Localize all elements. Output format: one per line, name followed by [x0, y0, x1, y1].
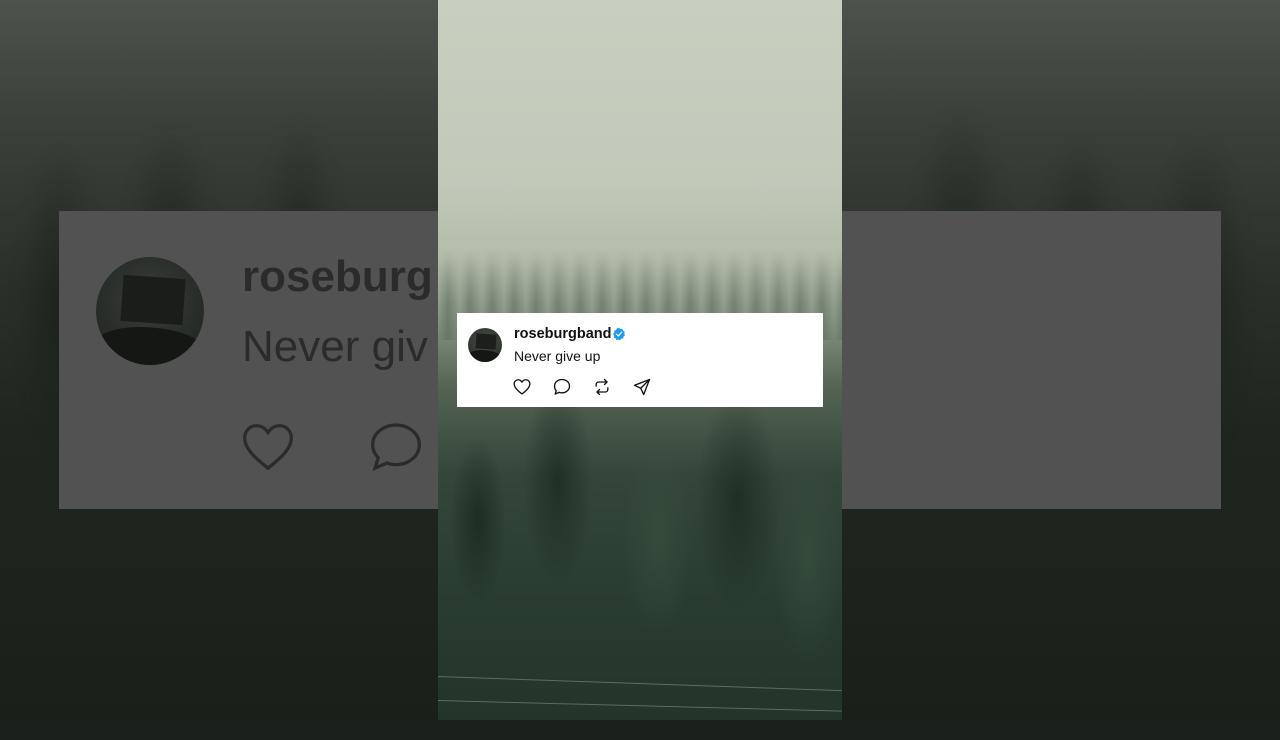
- background-comment-text: Never giv: [242, 322, 428, 371]
- background-heart-icon: [243, 424, 293, 471]
- background-comment-icon: [371, 423, 421, 472]
- username[interactable]: roseburgband: [514, 326, 611, 342]
- repost-icon[interactable]: [592, 377, 612, 397]
- forest-foreground: [438, 400, 842, 720]
- background-username: roseburg: [242, 252, 433, 301]
- heart-icon[interactable]: [512, 377, 532, 397]
- verified-badge-icon: [613, 327, 625, 341]
- comment-card: roseburgband Never give up: [457, 313, 823, 407]
- send-icon[interactable]: [632, 377, 652, 397]
- background-avatar: [96, 257, 204, 365]
- avatar[interactable]: [468, 328, 502, 362]
- comment-icon[interactable]: [552, 377, 572, 397]
- comment-text: Never give up: [514, 348, 601, 364]
